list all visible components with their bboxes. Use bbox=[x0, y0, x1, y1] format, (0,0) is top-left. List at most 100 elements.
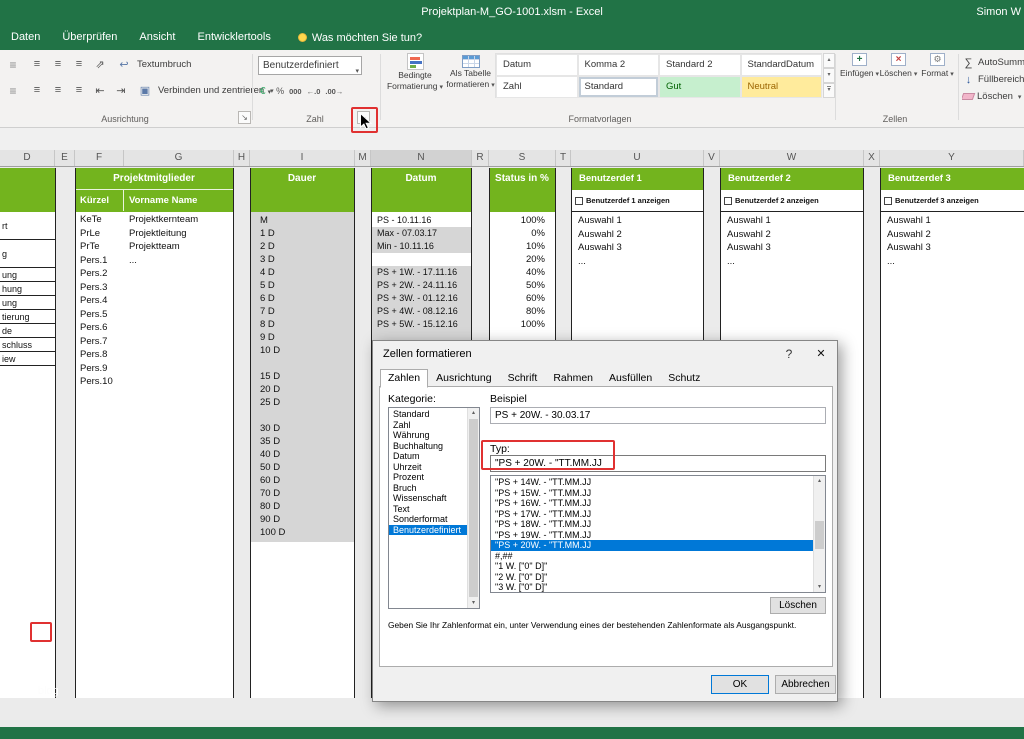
increase-decimal-button[interactable]: ←.0 bbox=[307, 83, 321, 99]
dauer-cell[interactable]: 30 D bbox=[251, 422, 354, 435]
kategorie-item[interactable]: Buchhaltung bbox=[389, 441, 467, 452]
dauer-cell[interactable]: 35 D bbox=[251, 435, 354, 448]
member-row[interactable]: Pers.3 bbox=[75, 282, 233, 296]
dauer-cell[interactable]: 5 D bbox=[251, 279, 354, 292]
scrollbar[interactable] bbox=[467, 408, 479, 608]
auswahl-cell[interactable]: Auswahl 2 bbox=[572, 228, 703, 242]
auswahl-cell[interactable]: Auswahl 1 bbox=[572, 214, 703, 228]
member-row[interactable]: PrTe Projektteam bbox=[75, 241, 233, 255]
dialog-tab[interactable]: Ausrichtung bbox=[428, 369, 499, 388]
column-header[interactable]: I bbox=[250, 150, 355, 166]
scroll-thumb[interactable] bbox=[815, 521, 824, 549]
style-cell[interactable]: Gut bbox=[659, 76, 741, 98]
scroll-down-icon[interactable] bbox=[468, 598, 479, 608]
member-row[interactable]: Pers.8 bbox=[75, 349, 233, 363]
dialog-help-button[interactable]: ? bbox=[774, 341, 804, 367]
align-top-icon[interactable] bbox=[28, 55, 46, 73]
loeschen-button[interactable]: Löschen bbox=[770, 597, 826, 614]
column-header[interactable]: S bbox=[489, 150, 556, 166]
ribbon-tab[interactable]: Daten bbox=[0, 25, 51, 50]
dialog-launcher-ausrichtung[interactable] bbox=[238, 111, 251, 124]
auswahl-cell[interactable]: Auswahl 3 bbox=[881, 241, 1024, 255]
status-cell[interactable]: 20% bbox=[490, 253, 555, 266]
dauer-cell[interactable]: 100 D bbox=[251, 526, 354, 539]
typ-item[interactable]: "1 W. ["0" D]" bbox=[491, 561, 813, 572]
dauer-cell[interactable]: M bbox=[251, 214, 354, 227]
column-header[interactable]: M bbox=[355, 150, 371, 166]
column-header[interactable]: D bbox=[0, 150, 55, 166]
dauer-cell[interactable]: 15 D bbox=[251, 370, 354, 383]
percent-format-button[interactable]: % bbox=[276, 83, 284, 99]
align-center-icon[interactable] bbox=[49, 81, 67, 99]
member-row[interactable]: Pers.1 ... bbox=[75, 255, 233, 269]
datum-cell[interactable]: PS + 4W. - 08.12.16 bbox=[372, 305, 471, 318]
dauer-cell[interactable]: 20 D bbox=[251, 383, 354, 396]
auswahl-cell[interactable]: Auswahl 2 bbox=[721, 228, 863, 242]
ribbon-tab[interactable]: Entwicklertools bbox=[186, 25, 281, 50]
dauer-cell[interactable] bbox=[251, 409, 354, 422]
dialog-tab[interactable]: Zahlen bbox=[380, 369, 428, 388]
typ-item[interactable]: #,## bbox=[491, 551, 813, 562]
column-header[interactable]: E bbox=[55, 150, 75, 166]
format-button[interactable]: Format bbox=[919, 53, 956, 78]
column-header[interactable]: H bbox=[234, 150, 250, 166]
member-row[interactable]: Pers.10 bbox=[75, 376, 233, 390]
datum-cell[interactable]: PS + 2W. - 24.11.16 bbox=[372, 279, 471, 292]
milestone-cell[interactable]: iew bbox=[0, 352, 55, 366]
tell-me-box[interactable]: Was möchten Sie tun? bbox=[282, 32, 422, 44]
auswahl-cell[interactable]: Auswahl 1 bbox=[721, 214, 863, 228]
style-cell[interactable]: StandardDatum bbox=[741, 54, 823, 76]
kategorie-item[interactable]: Benutzerdefiniert bbox=[389, 525, 467, 536]
textumbruch-button[interactable]: Textumbruch bbox=[112, 55, 194, 73]
dauer-cell[interactable]: 40 D bbox=[251, 448, 354, 461]
typ-item[interactable]: "2 W. ["0" D]" bbox=[491, 572, 813, 583]
verbinden-und-zentrieren-button[interactable]: Verbinden und zentrieren bbox=[133, 81, 277, 99]
typ-item[interactable]: "PS + 18W. - "TT.MM.JJ bbox=[491, 519, 813, 530]
loeschen-zellen-button[interactable]: Löschen bbox=[880, 53, 917, 78]
fuellbereich-button[interactable]: Füllbereich bbox=[962, 71, 1024, 88]
member-row[interactable]: KeTe Projektkernteam bbox=[75, 214, 233, 228]
dauer-cell[interactable]: 60 D bbox=[251, 474, 354, 487]
benutzerdef2-anzeigen-checkbox[interactable]: Benutzerdef 2 anzeigen bbox=[720, 190, 863, 212]
typ-item[interactable]: "PS + 20W. - "TT.MM.JJ bbox=[491, 540, 813, 551]
style-cell[interactable]: Komma 2 bbox=[578, 54, 660, 76]
scroll-up-icon[interactable] bbox=[468, 408, 479, 418]
autosumme-button[interactable]: AutoSumme bbox=[962, 54, 1024, 71]
accounting-format-button[interactable]: € bbox=[260, 83, 271, 99]
kategorie-item[interactable]: Prozent bbox=[389, 472, 467, 483]
datum-cell[interactable]: Max - 07.03.17 bbox=[372, 227, 471, 240]
align-middle-icon[interactable] bbox=[49, 55, 67, 73]
typ-item[interactable]: "PS + 15W. - "TT.MM.JJ bbox=[491, 488, 813, 499]
dauer-cell[interactable]: 1 D bbox=[251, 227, 354, 240]
status-cell[interactable]: 50% bbox=[490, 279, 555, 292]
increase-indent-icon[interactable] bbox=[112, 81, 130, 99]
kategorie-item[interactable]: Währung bbox=[389, 430, 467, 441]
column-header[interactable]: X bbox=[864, 150, 880, 166]
status-cell[interactable]: 60% bbox=[490, 292, 555, 305]
loeschen-bearbeiten-button[interactable]: Löschen bbox=[962, 88, 1024, 105]
dauer-cell[interactable] bbox=[251, 357, 354, 370]
milestone-cell[interactable]: ung bbox=[0, 268, 55, 282]
typ-item[interactable]: "PS + 17W. - "TT.MM.JJ bbox=[491, 509, 813, 520]
milestone-cell[interactable]: rt bbox=[0, 212, 55, 240]
dauer-cell[interactable]: 10 D bbox=[251, 344, 354, 357]
typ-item[interactable]: "PS + 14W. - "TT.MM.JJ bbox=[491, 477, 813, 488]
scroll-up-icon[interactable] bbox=[823, 53, 835, 68]
member-row[interactable]: PrLe Projektleitung bbox=[75, 228, 233, 242]
bedingte-formatierung-button[interactable]: Bedingte Formatierung bbox=[386, 53, 444, 92]
milestone-cell[interactable]: tierung bbox=[0, 310, 55, 324]
dialog-close-button[interactable]: ✕ bbox=[805, 341, 837, 367]
milestone-cell[interactable]: schluss bbox=[0, 338, 55, 352]
dauer-cell[interactable]: 25 D bbox=[251, 396, 354, 409]
style-cell[interactable]: Zahl bbox=[496, 76, 578, 98]
milestone-cell[interactable]: ung bbox=[0, 296, 55, 310]
member-row[interactable]: Pers.4 bbox=[75, 295, 233, 309]
milestone-cell[interactable]: g bbox=[0, 240, 55, 268]
auswahl-cell[interactable]: ... bbox=[881, 255, 1024, 269]
typ-item[interactable]: "3 W. ["0" D]" bbox=[491, 582, 813, 593]
dauer-cell[interactable]: 7 D bbox=[251, 305, 354, 318]
kategorie-item[interactable]: Standard bbox=[389, 409, 467, 420]
auswahl-cell[interactable]: Auswahl 1 bbox=[881, 214, 1024, 228]
dialog-tab[interactable]: Ausfüllen bbox=[601, 369, 660, 388]
auswahl-cell[interactable]: Auswahl 3 bbox=[572, 241, 703, 255]
